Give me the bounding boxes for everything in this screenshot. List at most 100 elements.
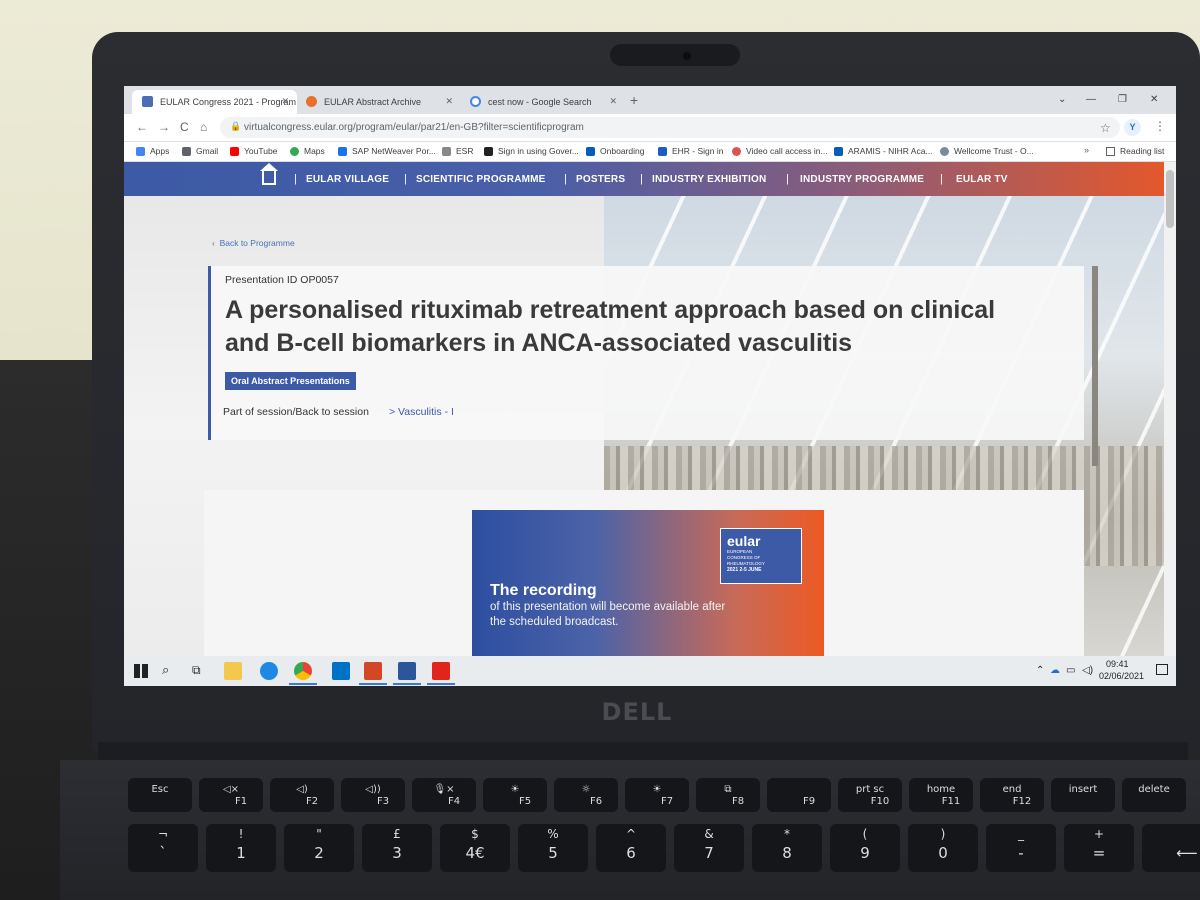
- keyboard-key[interactable]: 🎙× F4: [412, 778, 476, 812]
- keyboard-key[interactable]: + =: [1064, 824, 1134, 872]
- bookmark-gov-signin[interactable]: Sign in using Gover...: [484, 146, 579, 156]
- onedrive-icon[interactable]: ☁: [1050, 665, 1060, 676]
- keyboard-key[interactable]: ◁)) F3: [341, 778, 405, 812]
- powerpoint-icon[interactable]: [364, 662, 382, 680]
- keyboard-key[interactable]: prt sc F10: [838, 778, 902, 812]
- browser-tab-eular-congress[interactable]: EULAR Congress 2021 - Program ✕: [132, 90, 297, 114]
- keyboard-key[interactable]: Esc: [128, 778, 192, 812]
- lock-icon[interactable]: 🔒: [230, 121, 241, 132]
- nav-item-eular-village[interactable]: EULAR VILLAGE: [306, 174, 389, 185]
- keyboard-key[interactable]: (9: [830, 824, 900, 872]
- nav-item-industry-programme[interactable]: INDUSTRY PROGRAMME: [800, 174, 924, 185]
- key-label: ⧉: [724, 784, 732, 795]
- scrollbar-thumb[interactable]: [1166, 170, 1174, 228]
- close-tab-icon[interactable]: ✕: [445, 96, 453, 107]
- key-label: £: [393, 827, 401, 841]
- close-tab-icon[interactable]: ✕: [281, 96, 289, 107]
- task-view-icon[interactable]: ⧉: [192, 663, 201, 678]
- bookmark-ehr-signin[interactable]: EHR - Sign in: [658, 146, 724, 156]
- bookmark-sap-netweaver[interactable]: SAP NetWeaver Por...: [338, 146, 436, 156]
- key-sublabel: F5: [518, 796, 532, 807]
- key-sublabel: 5: [548, 844, 558, 862]
- keyboard-key[interactable]: delete: [1122, 778, 1186, 812]
- keyboard-key[interactable]: $4€: [440, 824, 510, 872]
- home-icon[interactable]: ⌂: [200, 120, 207, 134]
- restore-icon[interactable]: ❐: [1118, 94, 1127, 105]
- internet-explorer-icon[interactable]: [260, 662, 278, 680]
- keyboard-key[interactable]: ◁× F1: [199, 778, 263, 812]
- site-home-icon[interactable]: [260, 163, 278, 185]
- browser-menu-icon[interactable]: ⋮: [1154, 119, 1166, 133]
- bookmark-youtube[interactable]: YouTube: [230, 146, 277, 156]
- session-link[interactable]: > Vasculitis - I: [389, 406, 454, 418]
- bookmark-gmail[interactable]: Gmail: [182, 146, 218, 156]
- clock-date[interactable]: 02/06/2021: [1099, 671, 1144, 681]
- bookmark-wellcome[interactable]: Wellcome Trust - O...: [940, 146, 1034, 156]
- address-bar-input[interactable]: 🔒 virtualcongress.eular.org/program/eula…: [220, 117, 1120, 138]
- browser-tab-abstract-archive[interactable]: EULAR Abstract Archive ✕: [296, 90, 461, 114]
- back-to-programme-link[interactable]: ‹ Back to Programme: [212, 238, 295, 248]
- key-sublabel: 9: [860, 844, 870, 862]
- keyboard-key[interactable]: * 8: [752, 824, 822, 872]
- bookmarks-overflow-icon[interactable]: »: [1084, 145, 1089, 155]
- forward-arrow-icon[interactable]: →: [158, 120, 170, 134]
- tray-chevron-icon[interactable]: ⌃: [1036, 665, 1044, 676]
- keyboard-key[interactable]: ! 1: [206, 824, 276, 872]
- bookmark-apps[interactable]: Apps: [136, 146, 169, 156]
- chrome-icon[interactable]: [294, 662, 312, 680]
- bookmark-aramis[interactable]: ARAMIS - NIHR Aca...: [834, 146, 933, 156]
- keyboard-key[interactable]: " 2: [284, 824, 354, 872]
- browser-tab-google-search[interactable]: cest now - Google Search ✕: [460, 90, 625, 114]
- windows-start-icon[interactable]: [134, 664, 148, 678]
- keyboard-key[interactable]: end F12: [980, 778, 1044, 812]
- nav-item-scientific-programme[interactable]: SCIENTIFIC PROGRAMME: [416, 174, 546, 185]
- clock-time[interactable]: 09:41: [1106, 659, 1129, 669]
- outlook-icon[interactable]: [332, 662, 350, 680]
- volume-icon[interactable]: ◁): [1082, 665, 1093, 676]
- reload-icon[interactable]: C: [180, 120, 189, 134]
- keyboard-key[interactable]: ☀ F7: [625, 778, 689, 812]
- close-tab-icon[interactable]: ✕: [609, 96, 617, 107]
- keyboard-key[interactable]: ^ 6: [596, 824, 666, 872]
- keyboard-key[interactable]: _ -: [986, 824, 1056, 872]
- keyboard-key[interactable]: ☼ F6: [554, 778, 618, 812]
- notification-center-icon[interactable]: [1156, 664, 1168, 675]
- session-type-badge[interactable]: Oral Abstract Presentations: [225, 372, 356, 390]
- new-tab-button[interactable]: +: [630, 92, 638, 108]
- bookmark-esr[interactable]: ESR: [442, 146, 473, 156]
- keyboard-key[interactable]: home F11: [909, 778, 973, 812]
- nav-item-eular-tv[interactable]: EULAR TV: [956, 174, 1008, 185]
- keyboard-key[interactable]: % 5: [518, 824, 588, 872]
- keyboard-key[interactable]: ⧉ F8: [696, 778, 760, 812]
- keyboard-key[interactable]: & 7: [674, 824, 744, 872]
- word-icon[interactable]: [398, 662, 416, 680]
- keyboard-key[interactable]: ☀ F5: [483, 778, 547, 812]
- bookmark-maps[interactable]: Maps: [290, 146, 325, 156]
- bookmark-onboarding[interactable]: Onboarding: [586, 146, 644, 156]
- bookmark-video-call[interactable]: Video call access in...: [732, 146, 828, 156]
- bookmark-star-icon[interactable]: ☆: [1100, 121, 1111, 135]
- keyboard-key[interactable]: ◁) F2: [270, 778, 334, 812]
- keyboard-key[interactable]: insert: [1051, 778, 1115, 812]
- profile-avatar[interactable]: Y: [1124, 119, 1141, 136]
- keyboard-key[interactable]: F9: [767, 778, 831, 812]
- apps-grid-icon: [136, 147, 145, 156]
- presentation-title-line-1: A personalised rituximab retreatment app…: [225, 296, 996, 324]
- keyboard-key[interactable]: ) 0: [908, 824, 978, 872]
- nav-item-industry-exhibition[interactable]: INDUSTRY EXHIBITION: [652, 174, 766, 185]
- presentation-title-line-2: and B-cell biomarkers in ANCA-associated…: [225, 329, 853, 357]
- page-scrollbar[interactable]: [1164, 162, 1176, 656]
- search-icon[interactable]: ⌕: [162, 662, 169, 678]
- tab-search-icon[interactable]: ⌄: [1058, 94, 1066, 105]
- reading-list-button[interactable]: Reading list: [1106, 146, 1164, 156]
- keyboard-key[interactable]: £3: [362, 824, 432, 872]
- back-arrow-icon[interactable]: ←: [136, 120, 148, 134]
- keyboard-key[interactable]: ¬ `: [128, 824, 198, 872]
- file-explorer-icon[interactable]: [224, 662, 242, 680]
- nav-item-posters[interactable]: POSTERS: [576, 174, 625, 185]
- battery-icon[interactable]: ▭: [1066, 665, 1075, 676]
- keyboard-key[interactable]: ⟵: [1142, 824, 1200, 872]
- acrobat-icon[interactable]: [432, 662, 450, 680]
- close-window-icon[interactable]: ✕: [1150, 94, 1158, 105]
- minimize-icon[interactable]: —: [1086, 94, 1096, 105]
